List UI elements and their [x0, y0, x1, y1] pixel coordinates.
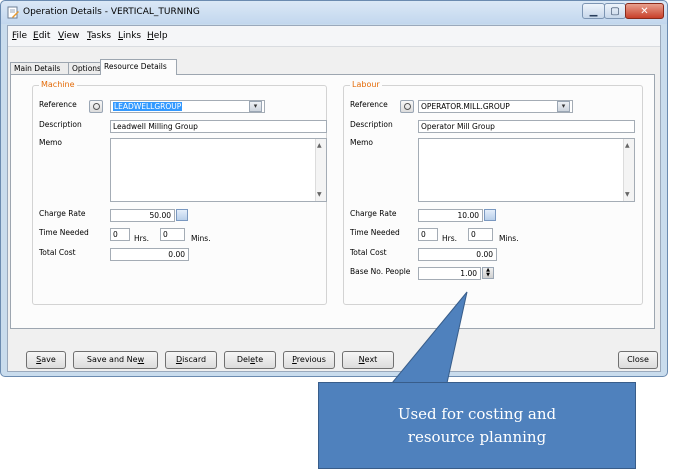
- labour-time-needed-label: Time Needed: [350, 228, 400, 237]
- scroll-down-icon: ▼: [625, 191, 630, 198]
- title-bar[interactable]: Operation Details - VERTICAL_TURNING ▁ ▢…: [1, 1, 667, 24]
- close-window-button[interactable]: ✕: [625, 3, 664, 19]
- scroll-up-icon: ▲: [317, 142, 322, 149]
- menu-help[interactable]: Help: [147, 31, 168, 41]
- menu-file[interactable]: File: [12, 31, 27, 41]
- machine-group-title: Machine: [39, 80, 77, 89]
- machine-description-field[interactable]: Leadwell Milling Group: [110, 120, 327, 133]
- labour-total-cost-field: 0.00: [418, 248, 497, 261]
- machine-reference-label: Reference: [39, 100, 77, 109]
- machine-total-cost-field: 0.00: [110, 248, 189, 261]
- machine-hrs-label: Hrs.: [134, 234, 150, 243]
- tab-resource-details[interactable]: Resource Details: [100, 59, 177, 75]
- save-and-new-button[interactable]: Save and New: [73, 351, 158, 369]
- labour-minutes-field[interactable]: 0: [468, 228, 493, 241]
- minimize-button[interactable]: ▁: [582, 3, 605, 19]
- tab-options[interactable]: Options: [68, 62, 101, 74]
- labour-hours-field[interactable]: 0: [418, 228, 438, 241]
- close-button[interactable]: Close: [618, 351, 658, 369]
- spinner-arrows-icon[interactable]: ▲ ▼: [482, 267, 494, 279]
- menu-tasks[interactable]: Tasks: [87, 31, 111, 41]
- machine-charge-rate-label: Charge Rate: [39, 209, 86, 218]
- labour-base-people-field[interactable]: 1.00: [418, 267, 481, 280]
- scroll-up-icon: ▲: [625, 142, 630, 149]
- labour-hrs-label: Hrs.: [442, 234, 458, 243]
- labour-group-title: Labour: [350, 80, 382, 89]
- calculator-icon[interactable]: [484, 209, 496, 221]
- machine-total-cost-label: Total Cost: [39, 248, 76, 257]
- menu-bar: File Edit View Tasks Links Help: [8, 26, 660, 47]
- menu-view[interactable]: View: [58, 31, 79, 41]
- machine-time-needed-label: Time Needed: [39, 228, 89, 237]
- labour-reference-lookup-icon[interactable]: [400, 100, 414, 113]
- labour-charge-rate-field[interactable]: 10.00: [418, 209, 483, 222]
- chevron-down-icon[interactable]: ▾: [557, 101, 570, 112]
- save-button[interactable]: Save: [26, 351, 66, 369]
- labour-description-field[interactable]: Operator Mill Group: [418, 120, 635, 133]
- window-title: Operation Details - VERTICAL_TURNING: [23, 7, 200, 17]
- chevron-down-icon[interactable]: ▾: [249, 101, 262, 112]
- machine-description-label: Description: [39, 120, 82, 129]
- previous-button[interactable]: Previous: [283, 351, 335, 369]
- maximize-button[interactable]: ▢: [604, 3, 626, 19]
- machine-group: Machine Reference LEADWELLGROUP ▾ Descri…: [32, 80, 327, 305]
- machine-minutes-field[interactable]: 0: [160, 228, 185, 241]
- discard-button[interactable]: Discard: [165, 351, 217, 369]
- machine-memo-label: Memo: [39, 138, 62, 147]
- scroll-down-icon: ▼: [317, 191, 322, 198]
- next-button[interactable]: Next: [342, 351, 394, 369]
- close-icon: ✕: [640, 5, 649, 17]
- machine-memo-field[interactable]: ▲ ▼: [110, 138, 327, 202]
- labour-total-cost-label: Total Cost: [350, 248, 387, 257]
- minimize-icon: ▁: [589, 5, 598, 17]
- machine-charge-rate-field[interactable]: 50.00: [110, 209, 175, 222]
- callout-line-2: resource planning: [407, 427, 547, 446]
- operation-details-window: Operation Details - VERTICAL_TURNING ▁ ▢…: [0, 0, 668, 377]
- resource-details-panel: Machine Reference LEADWELLGROUP ▾ Descri…: [10, 74, 655, 329]
- machine-reference-combo[interactable]: LEADWELLGROUP: [110, 100, 265, 113]
- machine-reference-lookup-icon[interactable]: [89, 100, 103, 113]
- memo-scrollbar[interactable]: ▲ ▼: [315, 139, 326, 201]
- callout-line-1: Used for costing and: [397, 404, 557, 423]
- labour-memo-label: Memo: [350, 138, 373, 147]
- labour-base-people-label: Base No. People: [350, 267, 411, 276]
- labour-group: Labour Reference OPERATOR.MILL.GROUP ▾ D…: [343, 80, 643, 305]
- document-edit-icon: [7, 6, 19, 19]
- calculator-icon[interactable]: [176, 209, 188, 221]
- labour-reference-combo[interactable]: OPERATOR.MILL.GROUP: [418, 100, 573, 113]
- labour-description-label: Description: [350, 120, 393, 129]
- machine-mins-label: Mins.: [191, 234, 211, 243]
- labour-charge-rate-label: Charge Rate: [350, 209, 397, 218]
- delete-button[interactable]: Delete: [224, 351, 276, 369]
- labour-reference-label: Reference: [350, 100, 388, 109]
- client-area: File Edit View Tasks Links Help Main Det…: [7, 25, 661, 372]
- machine-hours-field[interactable]: 0: [110, 228, 130, 241]
- labour-mins-label: Mins.: [499, 234, 519, 243]
- menu-edit[interactable]: Edit: [33, 31, 50, 41]
- menu-links[interactable]: Links: [118, 31, 141, 41]
- tab-main-details[interactable]: Main Details: [10, 62, 69, 74]
- maximize-icon: ▢: [610, 5, 620, 17]
- labour-memo-field[interactable]: ▲ ▼: [418, 138, 635, 202]
- memo-scrollbar[interactable]: ▲ ▼: [623, 139, 634, 201]
- annotation-callout: Used for costing and resource planning: [318, 382, 636, 469]
